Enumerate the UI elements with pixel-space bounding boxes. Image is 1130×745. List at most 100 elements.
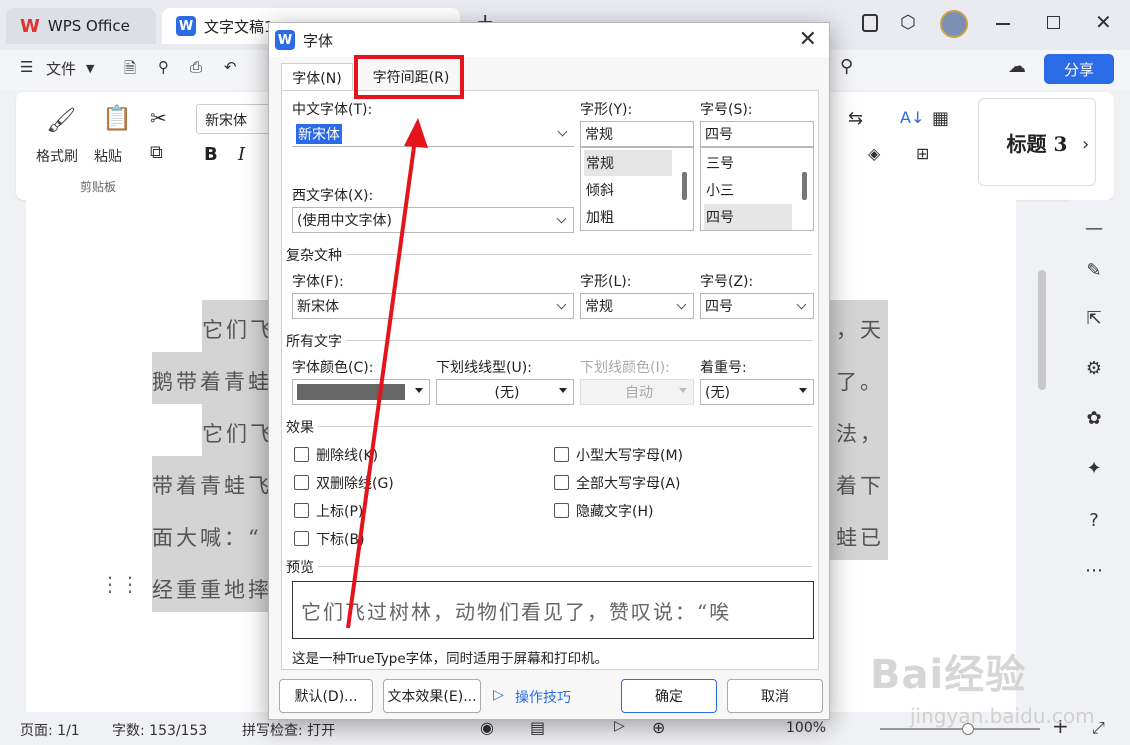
heading-style-card[interactable]: 标题 3	[978, 98, 1096, 186]
pointer-icon[interactable]: ⇱	[1082, 306, 1106, 330]
watermark-url: jingyan.baidu.com	[910, 704, 1095, 728]
minimize-icon[interactable]	[996, 23, 1010, 25]
double-strikethrough-label[interactable]: 双删除线(G)	[316, 473, 394, 493]
chevron-right-icon[interactable]: ›	[1082, 134, 1089, 155]
clipboard-group-label: 剪贴板	[80, 180, 117, 194]
window-layout-icon[interactable]	[862, 14, 878, 32]
size-option[interactable]: 四号	[704, 204, 792, 230]
complex-font-select[interactable]: 新宋体	[292, 293, 574, 319]
table-icon[interactable]: ▦	[932, 108, 949, 129]
strikethrough-label[interactable]: 删除线(K)	[316, 445, 378, 465]
complex-style-value: 常规	[585, 299, 613, 315]
size-option[interactable]: 小三	[704, 177, 734, 203]
double-strikethrough-checkbox[interactable]	[294, 475, 309, 490]
text-effects-button-label: 文本效果(E)...	[387, 689, 477, 705]
hamburger-icon[interactable]: ☰	[20, 58, 33, 76]
superscript-checkbox[interactable]	[294, 503, 309, 518]
all-caps-label[interactable]: 全部大写字母(A)	[576, 473, 681, 493]
strikethrough-checkbox[interactable]	[294, 447, 309, 462]
shading-icon[interactable]: ◈	[868, 144, 880, 163]
close-window-icon[interactable]: ✕	[1095, 10, 1112, 34]
scrollbar-thumb[interactable]	[682, 172, 687, 200]
adjust-icon[interactable]: ⚙	[1082, 356, 1106, 380]
sort-icon[interactable]: A↓	[900, 108, 924, 127]
bold-button[interactable]: B	[204, 144, 218, 165]
ok-button[interactable]: 确定	[621, 679, 717, 713]
doc-line-right: 着下	[836, 474, 884, 498]
line-spacing-icon[interactable]: ⇆	[848, 108, 863, 129]
dialog-close-button[interactable]: ✕	[799, 27, 817, 52]
chinese-font-select[interactable]: 新宋体	[292, 121, 574, 147]
divider	[346, 340, 812, 341]
complex-size-select[interactable]: 四号	[700, 293, 814, 319]
avatar[interactable]	[940, 10, 968, 38]
default-button[interactable]: 默认(D)...	[279, 679, 373, 713]
undo-icon[interactable]: ↶	[224, 58, 237, 76]
paste-icon[interactable]: 📋	[102, 104, 132, 132]
collapse-icon[interactable]: —	[1082, 216, 1106, 240]
emphasis-select[interactable]: (无)	[700, 379, 814, 405]
cancel-button[interactable]: 取消	[727, 679, 823, 713]
hidden-text-checkbox[interactable]	[554, 503, 569, 518]
format-painter-button[interactable]: 格式刷	[36, 146, 78, 166]
copy-icon[interactable]: ⧉	[150, 142, 163, 163]
drag-handle-icon[interactable]: ⋮⋮	[100, 572, 140, 596]
ok-button-label: 确定	[655, 689, 683, 705]
paste-button[interactable]: 粘贴	[94, 146, 122, 166]
superscript-label[interactable]: 上标(P)	[316, 501, 363, 521]
share-label: 分享	[1063, 60, 1094, 79]
subscript-label[interactable]: 下标(B)	[316, 529, 365, 549]
save-icon[interactable]: 🗎	[124, 58, 136, 83]
tab-wps-office[interactable]: W WPS Office	[6, 8, 156, 44]
spellcheck-status[interactable]: 拼写检查: 打开	[242, 720, 335, 740]
play-circle-icon[interactable]: ▷	[493, 687, 504, 703]
small-caps-label[interactable]: 小型大写字母(M)	[576, 445, 683, 465]
menu-file[interactable]: 文件	[46, 58, 76, 79]
help-icon[interactable]: ?	[1082, 508, 1106, 532]
zoom-level[interactable]: 100%	[786, 720, 826, 736]
underline-type-select[interactable]: (无)	[436, 379, 574, 405]
page-view-icon[interactable]: ▤	[530, 718, 545, 737]
pen-icon[interactable]: ✎	[1082, 258, 1106, 282]
border-icon[interactable]: ⊞	[916, 144, 929, 163]
italic-button[interactable]: I	[238, 144, 245, 165]
subscript-checkbox[interactable]	[294, 531, 309, 546]
share-button[interactable]: 分享	[1044, 54, 1114, 84]
western-font-select[interactable]: (使用中文字体)	[292, 207, 574, 233]
word-count[interactable]: 字数: 153/153	[112, 720, 207, 740]
style-option[interactable]: 常规	[584, 150, 672, 176]
style-listbox[interactable]: 常规 倾斜 加粗	[580, 147, 694, 231]
style-label: 字形(Y):	[580, 102, 633, 118]
eye-icon[interactable]: ◉	[480, 718, 494, 737]
style-option[interactable]: 加粗	[584, 204, 614, 230]
all-caps-checkbox[interactable]	[554, 475, 569, 490]
tips-link[interactable]: 操作技巧	[515, 687, 571, 707]
search-icon[interactable]: ⚲	[840, 56, 853, 77]
maximize-icon[interactable]	[1047, 16, 1060, 29]
more-icon[interactable]: ⋯	[1082, 558, 1106, 582]
print-icon[interactable]: ⎙	[190, 58, 202, 76]
style-input[interactable]: 常规	[580, 121, 694, 147]
hidden-text-label[interactable]: 隐藏文字(H)	[576, 501, 653, 521]
cube-icon[interactable]: ⬡	[900, 12, 916, 33]
web-icon[interactable]: ⊕	[652, 718, 665, 737]
size-input[interactable]: 四号	[700, 121, 814, 147]
size-option[interactable]: 三号	[704, 150, 734, 176]
style-option[interactable]: 倾斜	[584, 177, 614, 203]
text-effects-button[interactable]: 文本效果(E)...	[383, 679, 481, 713]
complex-style-select[interactable]: 常规	[580, 293, 694, 319]
size-listbox[interactable]: 三号 小三 四号	[700, 147, 814, 231]
cloud-icon[interactable]: ☁	[1008, 56, 1026, 77]
format-painter-icon[interactable]: 🖌	[46, 106, 76, 134]
share-link-icon[interactable]: ⚲	[158, 58, 169, 76]
tools-icon[interactable]: ✦	[1082, 456, 1106, 480]
font-color-select[interactable]	[292, 379, 430, 405]
scrollbar-thumb[interactable]	[802, 172, 807, 200]
cut-icon[interactable]: ✂	[150, 106, 167, 130]
small-caps-checkbox[interactable]	[554, 447, 569, 462]
play-icon[interactable]: ▷	[614, 718, 625, 734]
scrollbar-thumb[interactable]	[1038, 270, 1046, 390]
image-edit-icon[interactable]: ✿	[1082, 406, 1106, 430]
tab-font[interactable]: 字体(N)	[281, 63, 353, 91]
doc-line-right: 法，	[836, 422, 884, 446]
